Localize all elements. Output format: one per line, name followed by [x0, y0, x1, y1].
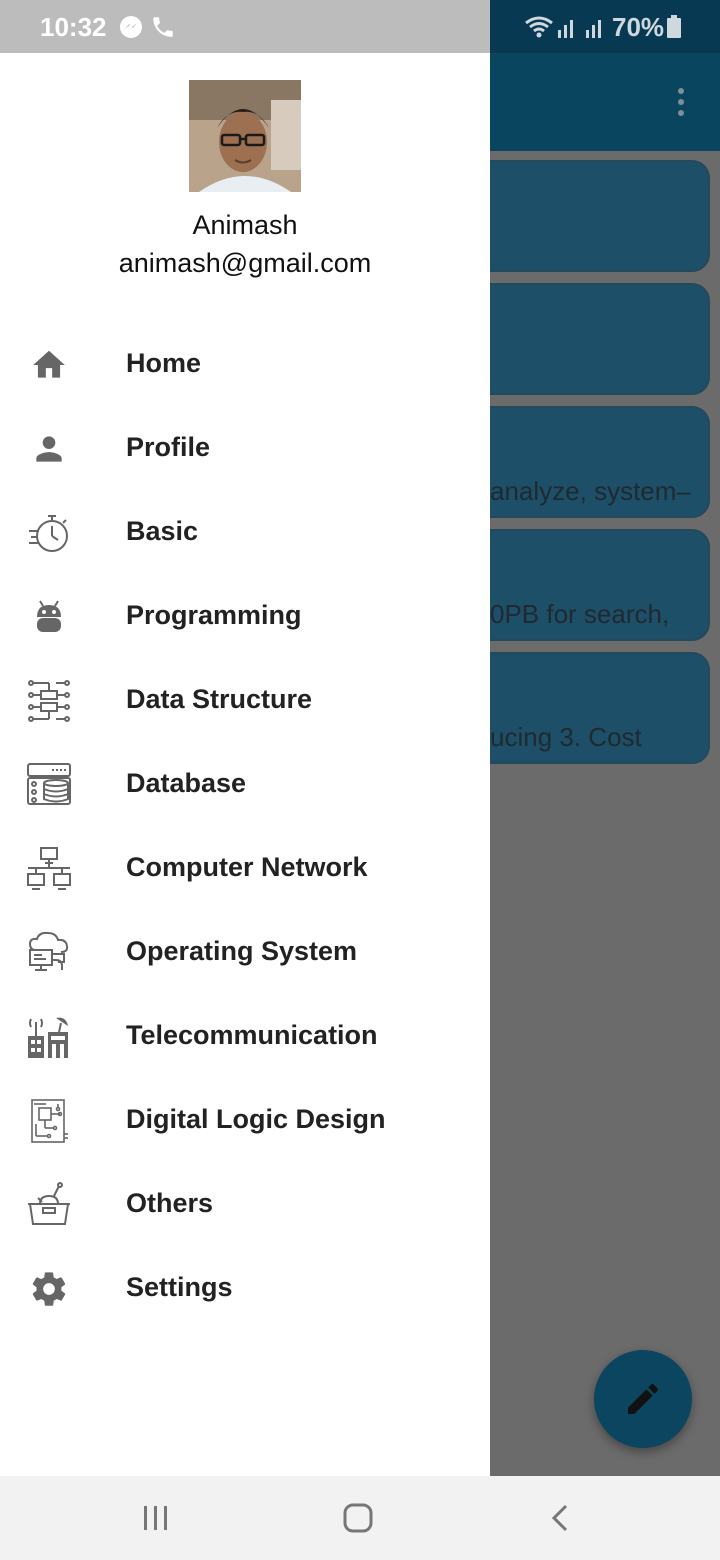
drawer-item-label: Data Structure [126, 684, 313, 714]
home-icon [26, 342, 72, 388]
drawer-item-telecommunication[interactable]: Telecommunication [0, 994, 490, 1078]
drawer-item-label: Database [126, 768, 247, 798]
edit-fab-button[interactable] [594, 1350, 692, 1448]
back-chevron-icon [551, 1504, 568, 1532]
drawer-item-label: Programming [126, 600, 302, 630]
card-text: ucing 3. Cost [490, 722, 642, 752]
toolbox-icon [26, 1182, 72, 1228]
drawer-item-programming[interactable]: Programming [0, 574, 490, 658]
status-bar: 10:32 70% [0, 0, 720, 53]
signal-icon [558, 20, 573, 38]
card-text: 0PB for search, [490, 599, 670, 629]
signal-icon [586, 20, 601, 38]
status-time: 10:32 [40, 12, 107, 42]
drawer-item-label: Home [126, 348, 202, 378]
drawer-item-database[interactable]: Database [0, 742, 490, 826]
navigation-drawer: Animash animash@gmail.com Home Profile B… [0, 53, 490, 1476]
drawer-item-label: Basic [126, 516, 199, 546]
avatar[interactable] [189, 80, 301, 192]
card-text: analyze, system– [490, 476, 691, 506]
user-photo [189, 80, 301, 192]
recent-apps-icon [144, 1506, 167, 1530]
drawer-item-label: Others [126, 1188, 214, 1218]
stopwatch-icon [26, 510, 72, 556]
data-structure-icon [26, 678, 72, 724]
drawer-item-label: Settings [126, 1272, 233, 1302]
android-icon [26, 594, 72, 640]
battery-percentage: 70% [612, 12, 665, 42]
user-email: animash@gmail.com [118, 248, 372, 278]
battery-icon [667, 15, 681, 38]
gear-icon [26, 1266, 72, 1312]
drawer-item-others[interactable]: Others [0, 1162, 490, 1246]
home-button[interactable] [333, 1496, 383, 1540]
overflow-menu-icon[interactable] [664, 80, 698, 124]
drawer-item-label: Telecommunication [126, 1020, 378, 1050]
drawer-item-label: Computer Network [126, 852, 368, 882]
circuit-board-icon [26, 1098, 72, 1144]
drawer-item-data-structure[interactable]: Data Structure [0, 658, 490, 742]
person-icon [26, 426, 72, 472]
drawer-item-home[interactable]: Home [0, 322, 490, 406]
user-name: Animash [192, 210, 298, 240]
drawer-item-label: Operating System [126, 936, 358, 966]
drawer-item-basic[interactable]: Basic [0, 490, 490, 574]
drawer-item-digital-logic-design[interactable]: Digital Logic Design [0, 1078, 490, 1162]
drawer-item-profile[interactable]: Profile [0, 406, 490, 490]
drawer-item-computer-network[interactable]: Computer Network [0, 826, 490, 910]
drawer-item-settings[interactable]: Settings [0, 1246, 490, 1330]
drawer-item-label: Digital Logic Design [126, 1104, 386, 1134]
phone-call-icon [153, 17, 173, 37]
messenger-icon [120, 16, 142, 38]
drawer-item-label: Profile [126, 432, 211, 462]
recent-apps-button[interactable] [131, 1496, 181, 1540]
network-icon [26, 846, 72, 892]
system-nav-bar [0, 1476, 720, 1560]
wifi-icon [525, 16, 553, 38]
operating-system-icon [26, 930, 72, 976]
pencil-icon [628, 1383, 659, 1414]
home-square-icon [343, 1503, 373, 1533]
telecom-tower-icon [26, 1014, 72, 1060]
database-icon [26, 762, 72, 808]
back-button[interactable] [535, 1496, 585, 1540]
drawer-item-operating-system[interactable]: Operating System [0, 910, 490, 994]
